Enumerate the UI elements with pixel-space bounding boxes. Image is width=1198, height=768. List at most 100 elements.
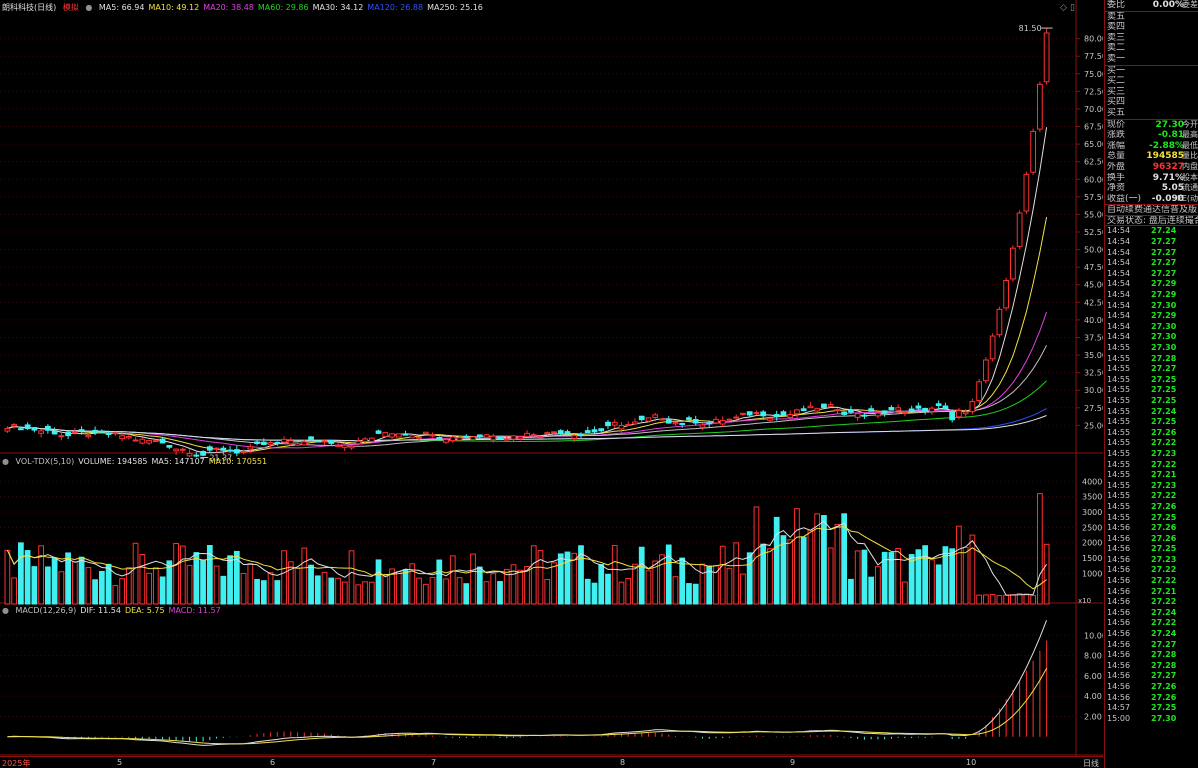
candle-body	[335, 444, 341, 447]
volume-bar	[524, 566, 530, 605]
candle-body	[902, 411, 908, 414]
tick-row: 14:54 27.24	[1105, 226, 1198, 237]
candle-body	[375, 430, 382, 434]
candle-body	[929, 407, 935, 412]
volume-bar	[1003, 594, 1010, 605]
volume-bar	[200, 559, 206, 605]
month-label: 8	[620, 758, 626, 767]
tick-time: 14:56	[1107, 671, 1131, 681]
buy-level: 买四	[1105, 97, 1198, 108]
candle-body	[31, 427, 38, 431]
volume-bar	[294, 567, 301, 605]
candle-body	[584, 430, 591, 433]
volume-bar	[429, 576, 436, 605]
candle-body	[551, 431, 557, 434]
candle-body	[227, 449, 233, 452]
candle-body	[537, 436, 544, 439]
candle-body	[112, 432, 119, 435]
tick-time: 14:56	[1107, 554, 1131, 564]
volume-bar	[551, 562, 557, 605]
candle-body	[166, 444, 173, 448]
period-tab[interactable]: 日线	[1083, 758, 1099, 768]
chart-canvas[interactable]: 80.00 77.50 75.00 72.50 70.00 67.50 65.00 62.50…	[0, 0, 1103, 756]
candle-body	[544, 432, 551, 435]
candle-body	[456, 437, 463, 441]
tick-price: 27.22	[1151, 459, 1177, 469]
volume-bar	[686, 583, 692, 605]
volume-bar	[24, 550, 31, 605]
tick-time: 14:54	[1107, 226, 1131, 236]
tick-price: 27.27	[1151, 247, 1177, 257]
tick-row: 14:55 27.23	[1105, 449, 1198, 460]
price-tick-label: 65.00	[1084, 140, 1103, 149]
candle-body	[152, 440, 159, 443]
candle-body	[341, 444, 348, 448]
price-tick-label: 32.50	[1084, 369, 1103, 378]
candle-body	[382, 432, 389, 437]
tick-price: 27.24	[1151, 226, 1177, 236]
candle-body	[598, 428, 605, 432]
row-value: 0.00%	[1152, 0, 1184, 10]
candle-body	[564, 431, 571, 435]
price-tick-label: 47.50	[1084, 263, 1103, 272]
candle-body	[220, 447, 227, 451]
ma-label: MA30: 34.12	[312, 3, 364, 12]
volume-bar	[375, 559, 382, 605]
volume-bar	[591, 582, 598, 605]
volume-bar	[544, 579, 551, 605]
tick-price: 27.23	[1151, 448, 1177, 458]
tick-time: 14:55	[1107, 374, 1131, 384]
sell-level: 卖三	[1105, 33, 1198, 44]
candle-body	[98, 430, 105, 433]
candle-body	[814, 408, 821, 412]
volume-bar	[922, 545, 929, 605]
volume-bar	[1010, 594, 1016, 605]
volume-bar	[976, 594, 983, 605]
candle-body	[436, 437, 443, 440]
candle-body	[355, 440, 362, 445]
candle-body	[274, 441, 281, 444]
tick-row: 14:54 27.30	[1105, 301, 1198, 312]
candle-body	[71, 431, 78, 434]
kline-chart-area[interactable]: 80.00 77.50 75.00 72.50 70.00 67.50 65.00 62.50…	[0, 0, 1103, 768]
tick-time: 14:55	[1107, 470, 1131, 480]
row-label: 卖二	[1107, 43, 1126, 54]
volume-bar	[443, 578, 449, 605]
tick-time: 14:56	[1107, 523, 1131, 533]
row-label-right: 流通	[1182, 183, 1198, 193]
macd-tick-label: 8.00	[1084, 652, 1102, 661]
tick-time: 14:56	[1107, 692, 1131, 702]
candle-body	[4, 427, 11, 432]
tick-row: 14:56 27.23	[1105, 555, 1198, 566]
candle-body	[827, 404, 834, 407]
circle-icon: ●	[85, 3, 93, 12]
candle-body	[787, 413, 794, 419]
volume-bar	[598, 564, 605, 605]
price-tick-label: 52.50	[1084, 228, 1103, 237]
notice-banner[interactable]: 自动续费通达信普及版	[1105, 204, 1198, 215]
volume-bar	[92, 579, 98, 605]
candle-body	[665, 419, 672, 424]
tick-list[interactable]: 14:54 27.24 14:54 27.27 14:54 27.27 14:54 27.27…	[1105, 225, 1198, 724]
tick-price: 27.27	[1151, 639, 1177, 649]
trade-status: 交易状态: 盘后连续撮合	[1105, 214, 1198, 226]
candle-body	[463, 435, 470, 438]
volume-bar	[699, 563, 706, 605]
row-label: 涨幅	[1107, 140, 1126, 151]
tick-row: 14:55 27.30	[1105, 343, 1198, 354]
candle-body	[402, 433, 409, 436]
volume-bar	[31, 566, 38, 605]
tick-time: 14:55	[1107, 364, 1131, 374]
candle-body	[267, 442, 274, 445]
macd-label: MACD: 11.57	[168, 606, 221, 615]
volume-bar	[463, 583, 470, 605]
volume-bar	[38, 545, 44, 605]
tick-row: 15:00 27.30	[1105, 714, 1198, 725]
price-tick-label: 60.00	[1084, 175, 1103, 184]
tick-time: 14:54	[1107, 300, 1131, 310]
candle-body	[470, 436, 476, 441]
tick-row: 14:54 27.27	[1105, 248, 1198, 259]
candle-body	[409, 435, 416, 439]
tick-time: 14:55	[1107, 501, 1131, 511]
candle-body	[443, 439, 449, 443]
